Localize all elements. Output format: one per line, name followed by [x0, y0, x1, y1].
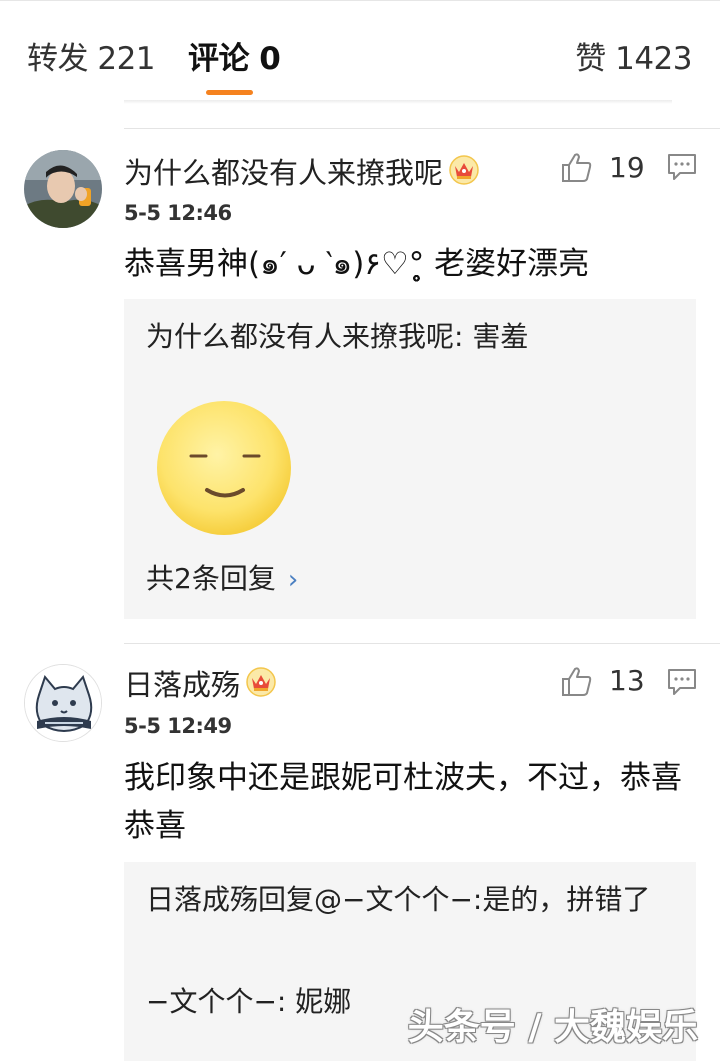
active-tab-indicator [206, 90, 253, 95]
like-button[interactable] [560, 150, 594, 188]
thumbs-up-icon [562, 667, 592, 696]
divider [124, 128, 720, 129]
username[interactable]: 为什么都没有人来撩我呢 [124, 153, 479, 195]
vip-crown-icon [246, 667, 276, 707]
chevron-right-icon: › [287, 565, 299, 595]
comment-bubble-icon [668, 669, 696, 695]
tab-reposts[interactable]: 转发 221 [27, 37, 156, 81]
divider [124, 643, 720, 644]
comment-text: 我印象中还是跟妮可杜波夫，不过，恭喜恭喜 [124, 760, 682, 844]
shy-face-sticker [155, 399, 293, 537]
reply-text: 为什么都没有人来撩我呢: 害羞 [146, 320, 529, 353]
tab-comments[interactable]: 评论 0 [188, 37, 281, 81]
reply-button[interactable] [667, 152, 697, 186]
watermark: 头条号 / 大魏娱乐 [407, 1007, 698, 1048]
tab-likes[interactable]: 赞 1423 [575, 37, 692, 81]
username[interactable]: 日落成殇 [124, 665, 276, 707]
like-count: 13 [609, 664, 645, 697]
tab-shadow [124, 100, 672, 104]
comment-time: 5-5 12:46 [124, 201, 232, 225]
username-text[interactable]: 为什么都没有人来撩我呢 [124, 156, 443, 190]
vip-crown-icon [449, 155, 479, 195]
thumbs-up-icon [562, 153, 592, 182]
comment-text: 恭喜男神(๑′ ᴗ ‵๑)۶♡°̥̥̥̥̥̥̥̥ 老婆好漂亮 [124, 246, 590, 282]
avatar[interactable] [24, 150, 102, 228]
comment-bubble-icon [668, 154, 696, 180]
like-count: 19 [609, 151, 645, 184]
more-replies-label: 共2条回复 [146, 562, 276, 595]
like-button[interactable] [560, 664, 594, 702]
avatar[interactable] [24, 664, 102, 742]
comment-tab-bar: 转发 221 评论 0 赞 1423 [0, 0, 720, 102]
username-text[interactable]: 日落成殇 [124, 668, 240, 702]
more-replies-link[interactable]: 共2条回复 › [146, 559, 298, 600]
reply-text: 日落成殇回复@−文个个−:是的，拼错了 [146, 883, 651, 916]
reply-button[interactable] [667, 667, 697, 701]
comment-time: 5-5 12:49 [124, 714, 232, 738]
reply-box[interactable]: 为什么都没有人来撩我呢: 害羞 共2条回复 › [124, 299, 696, 619]
